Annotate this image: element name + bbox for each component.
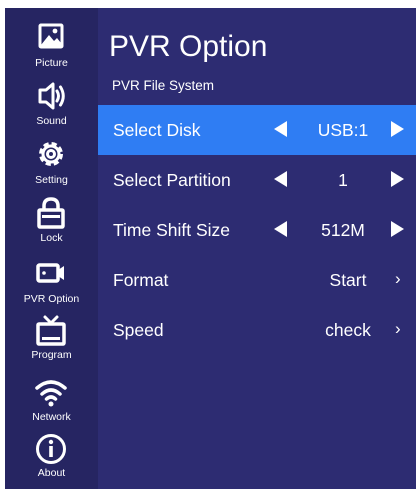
row-value: 512M <box>321 220 365 240</box>
sidebar-item-label: Sound <box>36 115 67 127</box>
row-label: Select Partition <box>113 170 231 190</box>
chevron-right-icon[interactable]: › <box>395 268 401 290</box>
sidebar-item-label: Program <box>31 349 72 361</box>
row-value: Start <box>329 270 367 290</box>
gear-icon <box>34 139 68 173</box>
row-value: check <box>325 320 371 340</box>
sidebar-item-label: Picture <box>35 57 68 69</box>
page-subtitle: PVR File System <box>112 78 215 93</box>
arrow-right-icon[interactable] <box>391 121 404 137</box>
sidebar-item-setting[interactable]: Setting <box>5 139 98 195</box>
wifi-icon <box>34 376 68 410</box>
arrow-right-icon[interactable] <box>391 221 404 237</box>
sidebar-item-label: Lock <box>40 232 63 244</box>
arrow-right-icon[interactable] <box>391 171 404 187</box>
menu-row-time-shift-size[interactable]: Time Shift Size 512M <box>98 205 416 255</box>
sidebar-item-about[interactable]: About <box>5 432 98 488</box>
sidebar: Picture Sound Setting Lock PVR Option Pr… <box>5 8 98 489</box>
sidebar-item-sound[interactable]: Sound <box>5 80 98 136</box>
sidebar-item-label: Setting <box>35 174 68 186</box>
picture-icon <box>34 22 68 56</box>
tv-icon <box>34 314 68 348</box>
sidebar-item-network[interactable]: Network <box>5 376 98 432</box>
sidebar-item-program[interactable]: Program <box>5 314 98 370</box>
menu-row-select-disk[interactable]: Select Disk USB:1 <box>98 105 416 155</box>
sidebar-item-lock[interactable]: Lock <box>5 197 98 253</box>
row-label: Select Disk <box>113 120 201 140</box>
row-label: Time Shift Size <box>113 220 231 240</box>
arrow-left-icon[interactable] <box>274 171 287 187</box>
sidebar-item-picture[interactable]: Picture <box>5 22 98 78</box>
menu-row-speed[interactable]: Speed check › <box>98 305 416 355</box>
arrow-left-icon[interactable] <box>274 121 287 137</box>
sidebar-item-label: About <box>37 467 66 479</box>
sidebar-item-label: Network <box>32 411 71 423</box>
speaker-icon <box>34 80 68 114</box>
row-label: Speed <box>113 320 164 340</box>
tv-menu-screen: Picture Sound Setting Lock PVR Option Pr… <box>5 8 416 489</box>
lock-icon <box>34 197 68 231</box>
info-icon <box>34 432 68 466</box>
video-camera-icon <box>34 258 68 292</box>
menu-row-select-partition[interactable]: Select Partition 1 <box>98 155 416 205</box>
menu-row-format[interactable]: Format Start › <box>98 255 416 305</box>
arrow-left-icon[interactable] <box>274 221 287 237</box>
sidebar-item-pvr-option[interactable]: PVR Option <box>5 258 98 314</box>
row-value: USB:1 <box>317 120 369 140</box>
main-panel: PVR Option PVR File System Select Disk U… <box>98 8 416 489</box>
sidebar-item-label: PVR Option <box>23 293 80 305</box>
row-label: Format <box>113 270 169 290</box>
page-title: PVR Option <box>109 30 268 63</box>
row-value: 1 <box>338 170 348 190</box>
chevron-right-icon[interactable]: › <box>395 318 401 340</box>
